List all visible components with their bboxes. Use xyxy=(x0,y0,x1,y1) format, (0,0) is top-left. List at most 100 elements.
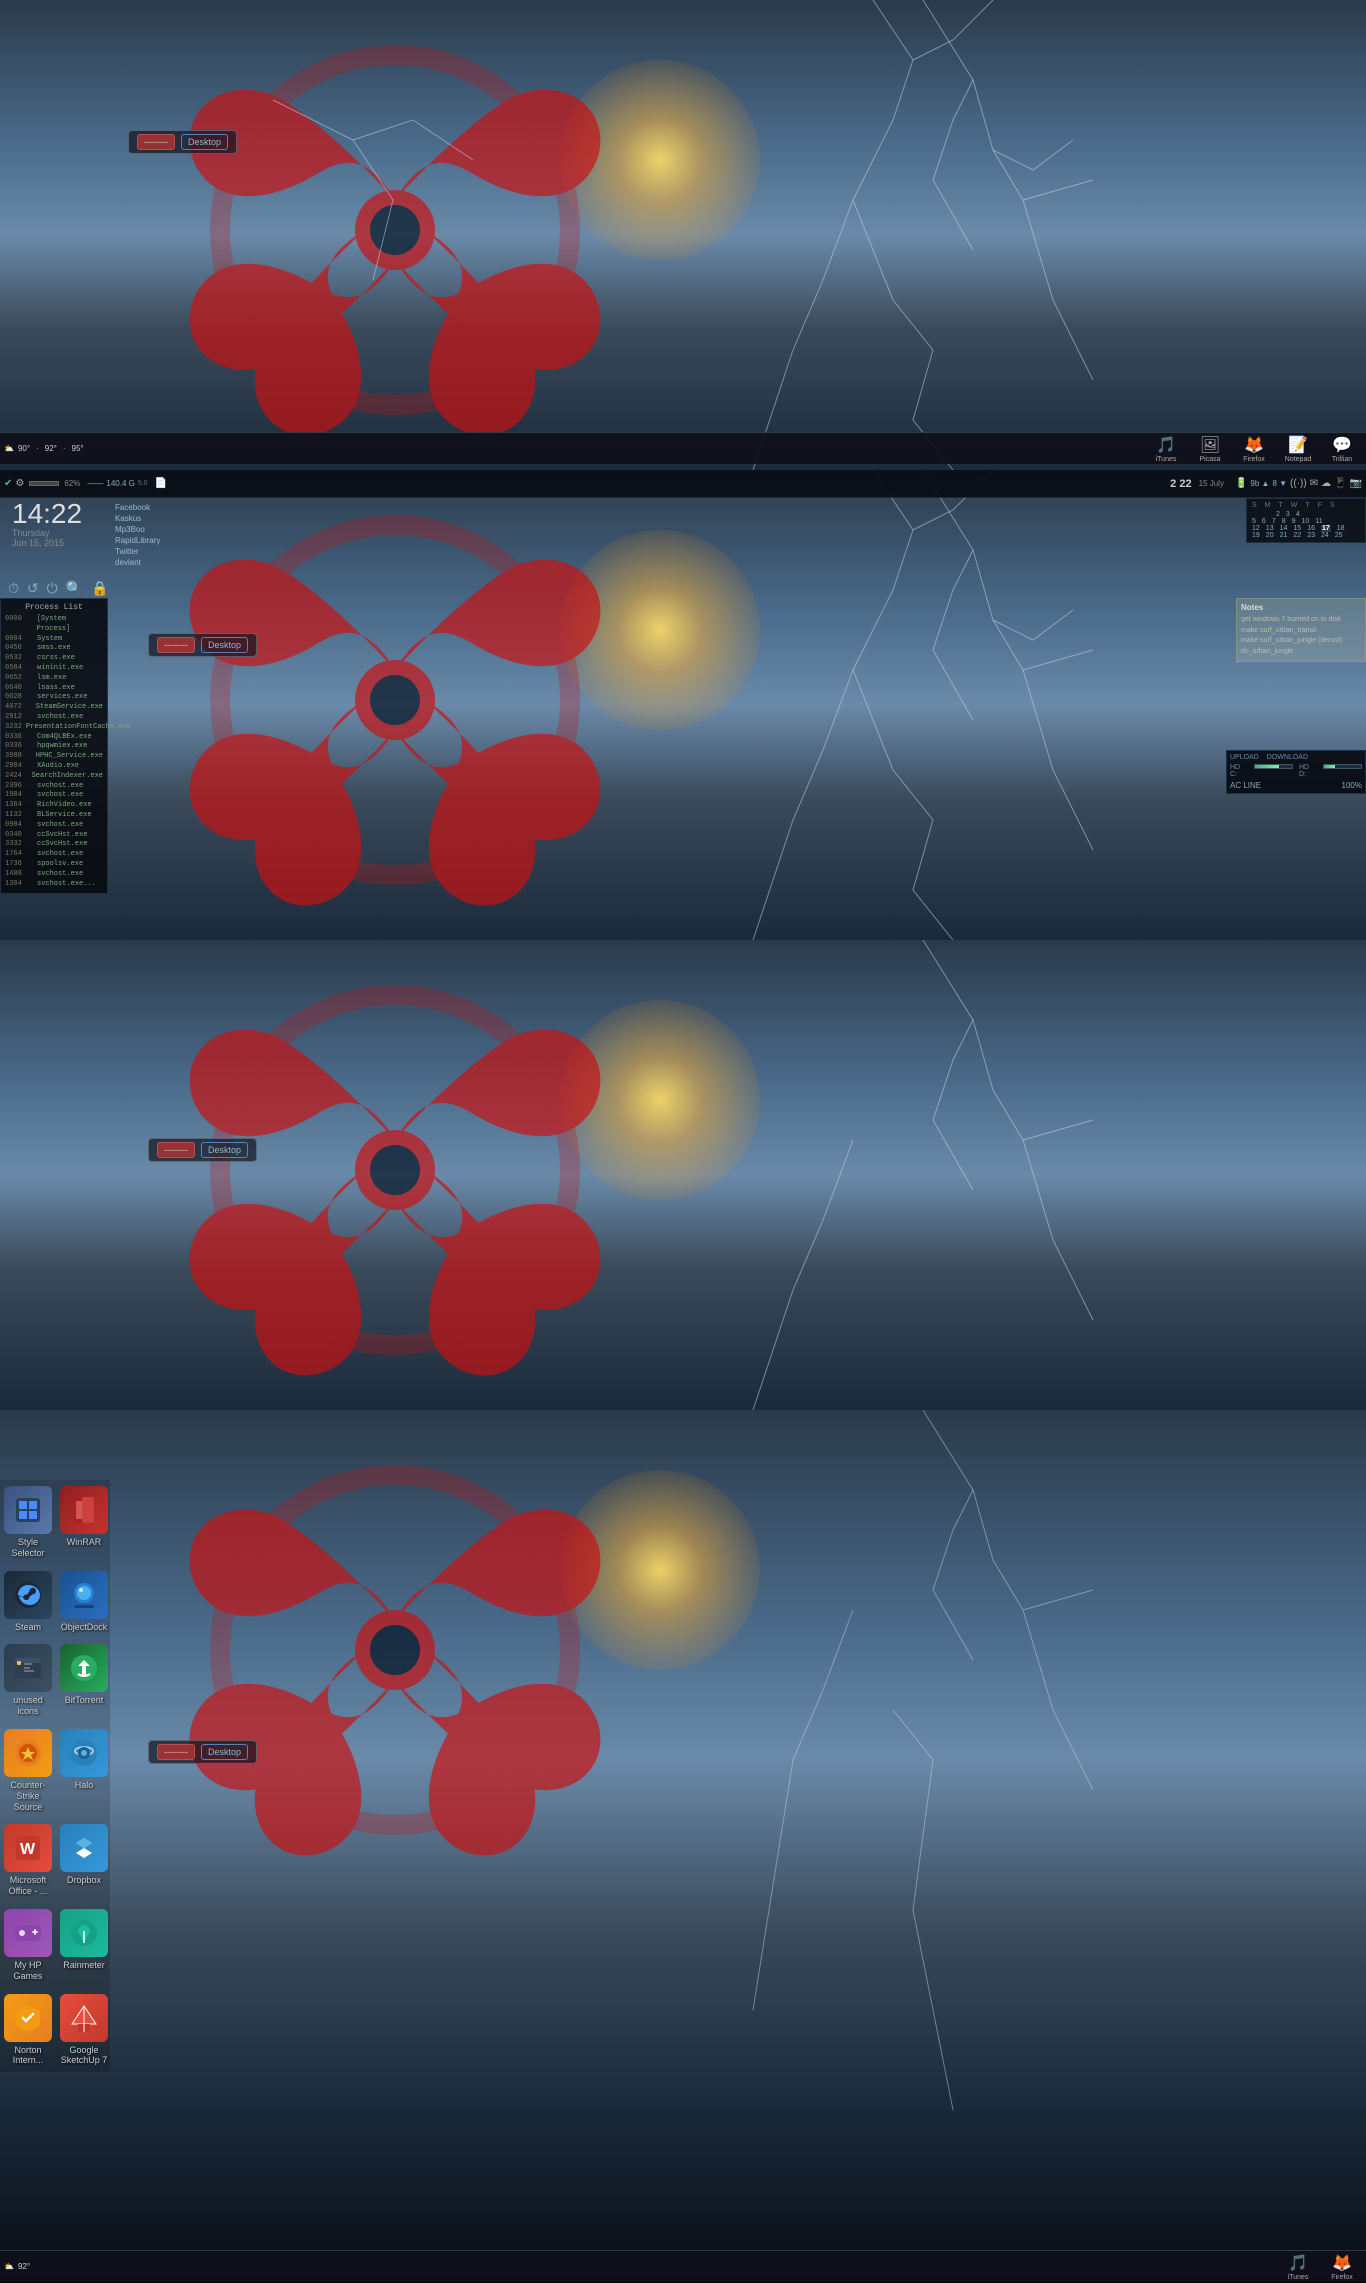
icon-unused-icons[interactable]: unused icons xyxy=(0,1638,56,1723)
icon-steam[interactable]: Steam xyxy=(0,1565,56,1639)
notepad-label: Notepad xyxy=(1285,456,1311,463)
lock-icon[interactable]: 🔒 xyxy=(91,580,108,597)
proc-row-17: 1984svchost.exe xyxy=(5,791,103,801)
icon-bittorrent[interactable]: BitTorrent xyxy=(56,1638,112,1723)
notes-content: get windows 7 burned on to disk make sur… xyxy=(1241,615,1361,657)
desktop-panel-3: -------- Desktop xyxy=(0,940,1366,1410)
panel2-btn1[interactable]: -------- xyxy=(157,637,195,653)
notes-widget: Notes get windows 7 burned on to disk ma… xyxy=(1236,598,1366,662)
drive-row: HD C: HD D: xyxy=(1230,764,1362,778)
search-icon[interactable]: 🔍 xyxy=(66,580,83,597)
proc-row-7: 0628services.exe xyxy=(5,693,103,703)
temp3: 95° xyxy=(72,444,84,453)
unused-icons-icon xyxy=(4,1644,52,1692)
calendar-widget: S M T W T F S 234 5678 91011 12131415 16… xyxy=(1246,498,1366,543)
refresh-icon[interactable]: ↺ xyxy=(27,580,39,597)
proc-row-3: 0532csrss.exe xyxy=(5,654,103,664)
biohazard-icon-2 xyxy=(120,450,670,950)
drive-d-label: HD D: xyxy=(1299,764,1317,778)
itunes-label: iTunes xyxy=(1156,456,1177,463)
icon-winrar[interactable]: WinRAR xyxy=(56,1480,112,1565)
link-kaskus[interactable]: Kasku̇s xyxy=(115,513,160,524)
icon-my-hp-games[interactable]: My HP Games xyxy=(0,1903,56,1988)
taskbar-trillian[interactable]: 💬 Trillian xyxy=(1322,433,1362,465)
download-label: DOWNLOAD xyxy=(1267,754,1308,761)
link-twitter[interactable]: Twitter xyxy=(115,546,160,557)
panel4-btn1[interactable]: -------- xyxy=(157,1744,195,1760)
firefox-label: Firefox xyxy=(1243,456,1264,463)
panel1-btn1[interactable]: -------- xyxy=(137,134,175,150)
icon-counter-strike[interactable]: Counter-Strike Source xyxy=(0,1723,56,1818)
temp2: 92° xyxy=(45,444,57,453)
icon-microsoft-office[interactable]: W Microsoft Office - ... xyxy=(0,1818,56,1903)
icon-style-selector[interactable]: Style Selector xyxy=(0,1480,56,1565)
taskbar-picasa[interactable]: 🖼 Picasa xyxy=(1190,433,1230,465)
proc-row-10: 3232PresentationFontCache.exe xyxy=(5,723,103,733)
counter-strike-label: Counter-Strike Source xyxy=(4,1780,52,1812)
panel4-btn2[interactable]: Desktop xyxy=(201,1744,248,1760)
power-icon[interactable]: ⏻ xyxy=(47,580,58,597)
panel3-btn1[interactable]: -------- xyxy=(157,1142,195,1158)
bottom-firefox[interactable]: 🦊 Firefox xyxy=(1322,2251,1362,2283)
proc-row-21: 0340ccSvcHst.exe xyxy=(5,831,103,841)
norton-internet-icon xyxy=(4,1994,52,2042)
proc-row-2: 0456smss.exe xyxy=(5,644,103,654)
trillian-icon: 💬 xyxy=(1332,435,1352,455)
cal-row-4: 19202122 232425 xyxy=(1252,532,1360,539)
proc-row-12: 0336hpqwmiex.exe xyxy=(5,742,103,752)
icon-google-sketchup[interactable]: Google SketchUp 7 xyxy=(56,1988,112,2073)
panel1-btn2[interactable]: Desktop xyxy=(181,134,228,150)
sysinfo-widget: UPLOAD DOWNLOAD HD C: HD D: AC LINE 100% xyxy=(1226,750,1366,794)
icon-row-7: Norton Intern... Google SketchUp 7 xyxy=(0,1988,110,2073)
link-rapidlibrary[interactable]: RapidLibrary xyxy=(115,535,160,546)
ac-line-label: AC LINE xyxy=(1230,781,1261,790)
biohazard-icon-4 xyxy=(120,1400,670,1900)
note-2: make surf_urban_transit xyxy=(1241,626,1361,637)
icon-dropbox[interactable]: Dropbox xyxy=(56,1818,112,1903)
panel3-btn2[interactable]: Desktop xyxy=(201,1142,248,1158)
icon-halo[interactable]: Halo xyxy=(56,1723,112,1818)
icon-rainmeter[interactable]: Rainmeter xyxy=(56,1903,112,1988)
style-selector-label: Style Selector xyxy=(4,1537,52,1559)
biohazard-icon-3 xyxy=(120,920,670,1420)
my-hp-games-icon xyxy=(4,1909,52,1957)
dropbox-label: Dropbox xyxy=(67,1875,101,1886)
process-list: Process List 0000[System Process] 0004Sy… xyxy=(0,598,108,894)
mail-icon: ✉ xyxy=(1310,478,1318,489)
desktop-bar-2: -------- Desktop xyxy=(148,633,257,657)
taskbar-notepad[interactable]: 📝 Notepad xyxy=(1278,433,1318,465)
proc-row-22: 3332ccSvcHst.exe xyxy=(5,840,103,850)
panel2-btn2[interactable]: Desktop xyxy=(201,637,248,653)
bottom-weather-icon: ⛅ xyxy=(4,2262,14,2271)
proc-row-6: 0640lsass.exe xyxy=(5,684,103,694)
clock-day: Thursday xyxy=(12,528,82,538)
clock-icon[interactable]: ⏱ xyxy=(8,580,19,597)
rainmeter-label: Rainmeter xyxy=(63,1960,105,1971)
proc-row-4: 0584wininit.exe xyxy=(5,664,103,674)
icon-norton-internet[interactable]: Norton Intern... xyxy=(0,1988,56,2073)
temp1: 90° xyxy=(18,444,30,453)
icon-objectdock[interactable]: ObjectDock xyxy=(56,1565,112,1639)
icon-row-3: unused icons BitTorrent xyxy=(0,1638,110,1723)
proc-row-24: 1736spoolsv.exe xyxy=(5,860,103,870)
counter-strike-icon xyxy=(4,1729,52,1777)
vol-pct: 62% xyxy=(64,479,80,488)
link-mp3boo[interactable]: Mp3Boo xyxy=(115,524,160,535)
b-firefox-label: Firefox xyxy=(1331,2274,1352,2281)
proc-row-18: 1364RichVideo.exe xyxy=(5,801,103,811)
link-facebook[interactable]: Facebook xyxy=(115,502,160,513)
note-3: make surf_urban_jungle (derust) xyxy=(1241,636,1361,647)
dropbox-icon xyxy=(60,1824,108,1872)
winrar-label: WinRAR xyxy=(67,1537,102,1548)
bottom-itunes[interactable]: 🎵 iTunes xyxy=(1278,2251,1318,2283)
cal-s2: S xyxy=(1330,502,1335,509)
unused-icons-label: unused icons xyxy=(4,1695,52,1717)
bittorrent-label: BitTorrent xyxy=(65,1695,104,1706)
taskbar-itunes[interactable]: 🎵 iTunes xyxy=(1146,433,1186,465)
note-4: do_urban_jungle xyxy=(1241,647,1361,658)
icon-row-5: W Microsoft Office - ... Dropbox xyxy=(0,1818,110,1903)
drive-c-bar xyxy=(1254,764,1293,769)
link-deviant[interactable]: deviant xyxy=(115,557,160,568)
taskbar-firefox[interactable]: 🦊 Firefox xyxy=(1234,433,1274,465)
desktop-bar-1: -------- Desktop xyxy=(128,130,237,154)
